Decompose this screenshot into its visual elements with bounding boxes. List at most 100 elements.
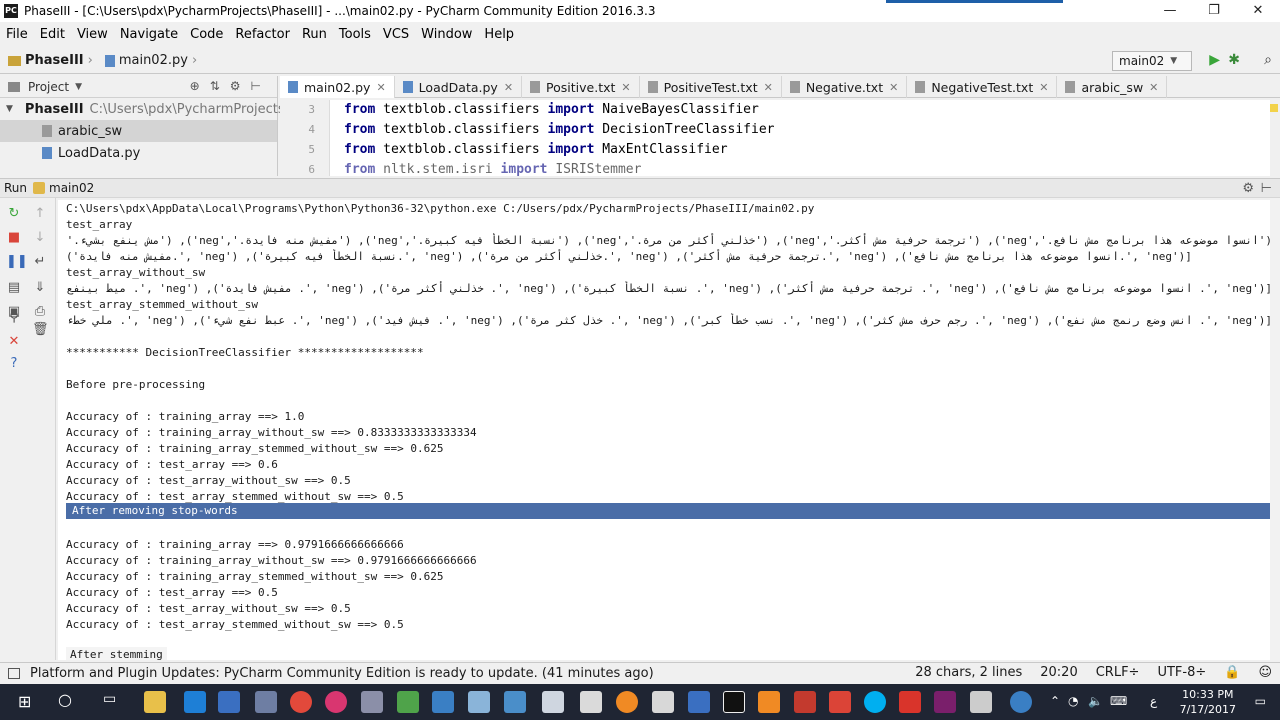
caret-position[interactable]: 20:20 — [1040, 665, 1077, 680]
status-message[interactable]: Platform and Plugin Updates: PyCharm Com… — [30, 666, 654, 681]
menu-window[interactable]: Window — [421, 27, 472, 42]
app-icon[interactable] — [794, 691, 816, 713]
close-button[interactable]: ✕ — [1236, 0, 1280, 22]
code-area[interactable]: from textblob.classifiers import NaiveBa… — [344, 100, 774, 176]
close-icon[interactable]: ✕ — [6, 334, 22, 350]
warning-marker[interactable] — [1270, 104, 1278, 112]
scroll-to-end-icon[interactable]: ⇓ — [32, 280, 48, 296]
run-config-select[interactable]: main02 ▼ — [1112, 51, 1192, 71]
search-icon[interactable]: ○ — [58, 690, 72, 709]
app-icon[interactable] — [542, 691, 564, 713]
app-icon[interactable] — [361, 691, 383, 713]
scroll-down-icon[interactable]: ↓ — [32, 230, 48, 246]
menu-view[interactable]: View — [77, 27, 108, 42]
hide-panel-icon[interactable]: ⊢ — [1261, 181, 1272, 196]
code-editor[interactable]: 3 4 5 6 from textblob.classifiers import… — [280, 100, 1278, 176]
file-encoding[interactable]: UTF-8÷ — [1157, 665, 1206, 680]
run-button[interactable]: ▶ — [1209, 52, 1220, 68]
tab-arabic-sw[interactable]: arabic_sw ✕ — [1057, 76, 1168, 98]
menu-file[interactable]: File — [6, 27, 28, 42]
pin-icon[interactable]: ⚲ — [6, 310, 22, 326]
tree-item[interactable]: LoadData.py — [0, 142, 277, 164]
taskbar-clock[interactable]: 10:33 PM 7/17/2017 — [1180, 687, 1236, 717]
code-line[interactable]: from textblob.classifiers import MaxEntC… — [344, 140, 774, 160]
close-icon[interactable]: ✕ — [504, 81, 513, 94]
menu-navigate[interactable]: Navigate — [120, 27, 178, 42]
lock-icon[interactable]: 🔒 — [1224, 665, 1240, 680]
windows-start-icon[interactable]: ⊞ — [18, 692, 31, 711]
trash-icon[interactable]: 🗑 — [32, 322, 49, 338]
project-pane-tools[interactable]: ⊕⇅⚙⊢ — [190, 79, 271, 93]
app-icon[interactable] — [899, 691, 921, 713]
inspector-icon[interactable]: ☺ — [1258, 665, 1272, 680]
app-icon[interactable] — [970, 691, 992, 713]
store-icon[interactable] — [218, 691, 240, 713]
pycharm-taskbar-icon[interactable] — [723, 691, 745, 713]
menu-tools[interactable]: Tools — [339, 27, 371, 42]
tab-negativetest[interactable]: NegativeTest.txt ✕ — [907, 76, 1058, 98]
help-icon[interactable]: ? — [6, 356, 22, 372]
close-icon[interactable]: ✕ — [376, 81, 385, 94]
code-line[interactable]: from textblob.classifiers import Decisio… — [344, 120, 774, 140]
tab-negative[interactable]: Negative.txt ✕ — [782, 76, 908, 98]
rerun-icon[interactable]: ↻ — [6, 206, 22, 222]
app-icon[interactable] — [432, 691, 454, 713]
tree-root[interactable]: ▼ PhaseIII C:\Users\pdx\PycharmProjects\… — [0, 98, 297, 120]
selected-console-line[interactable]: After removing stop-words — [66, 503, 1280, 519]
breadcrumb-file[interactable]: main02.py — [119, 53, 188, 68]
edge-icon[interactable] — [184, 691, 206, 713]
task-view-icon[interactable]: ▭ — [103, 691, 116, 707]
search-icon[interactable]: ⌕ — [1264, 52, 1272, 68]
code-line[interactable]: from textblob.classifiers import NaiveBa… — [344, 100, 774, 120]
close-icon[interactable]: ✕ — [621, 81, 630, 94]
app-icon[interactable] — [652, 691, 674, 713]
network-icon[interactable]: ◔ — [1068, 694, 1078, 708]
menu-run[interactable]: Run — [302, 27, 327, 42]
line-separator[interactable]: CRLF÷ — [1096, 665, 1140, 680]
scroll-up-icon[interactable]: ↑ — [32, 206, 48, 222]
language-indicator[interactable]: ع — [1150, 694, 1157, 708]
vlc-icon[interactable] — [758, 691, 780, 713]
dump-threads-icon[interactable]: ▤ — [6, 280, 22, 296]
code-line[interactable]: from nltk.stem.isri import ISRIStemmer — [344, 160, 774, 176]
menu-refactor[interactable]: Refactor — [235, 27, 290, 42]
app-icon[interactable] — [934, 691, 956, 713]
close-icon[interactable]: ✕ — [1149, 81, 1158, 94]
console-output[interactable]: C:\Users\pdx\AppData\Local\Programs\Pyth… — [58, 200, 1280, 660]
menu-code[interactable]: Code — [190, 27, 223, 42]
help-icon[interactable] — [1010, 691, 1032, 713]
pause-icon[interactable]: ❚❚ — [6, 254, 28, 270]
breadcrumb-project[interactable]: PhaseIII — [25, 53, 84, 68]
close-icon[interactable]: ✕ — [1039, 81, 1048, 94]
file-explorer-icon[interactable] — [144, 691, 166, 713]
volume-icon[interactable]: 🔈 — [1088, 694, 1103, 708]
app-icon[interactable] — [397, 691, 419, 713]
skype-icon[interactable] — [864, 691, 886, 713]
chrome-icon[interactable] — [290, 691, 312, 713]
app-icon[interactable] — [688, 691, 710, 713]
console-scrollbar[interactable] — [1270, 198, 1280, 660]
soft-wrap-icon[interactable]: ↵ — [32, 254, 48, 270]
notifications-icon[interactable]: ▭ — [1255, 694, 1266, 708]
print-icon[interactable]: ⎙ — [32, 304, 48, 320]
keyboard-icon[interactable]: ⌨ — [1110, 694, 1127, 708]
tray-chevron-icon[interactable]: ⌃ — [1050, 694, 1060, 708]
menu-vcs[interactable]: VCS — [383, 27, 409, 42]
tab-loaddata[interactable]: LoadData.py ✕ — [395, 76, 523, 98]
close-icon[interactable]: ✕ — [889, 81, 898, 94]
app-icon[interactable] — [325, 691, 347, 713]
tab-positive[interactable]: Positive.txt ✕ — [522, 76, 640, 98]
app-icon[interactable] — [616, 691, 638, 713]
tab-positivetest[interactable]: PositiveTest.txt ✕ — [640, 76, 782, 98]
app-icon[interactable] — [580, 691, 602, 713]
app-icon[interactable] — [468, 691, 490, 713]
menu-edit[interactable]: Edit — [40, 27, 65, 42]
google-icon[interactable] — [829, 691, 851, 713]
app-icon[interactable] — [255, 691, 277, 713]
project-pane-header[interactable]: Project ▼ ⊕⇅⚙⊢ — [0, 76, 277, 98]
debug-button[interactable]: ✱ — [1228, 52, 1240, 68]
tree-item[interactable]: arabic_sw — [0, 120, 277, 142]
gear-icon[interactable]: ⚙ — [1242, 181, 1254, 196]
tab-main02[interactable]: main02.py ✕ — [280, 76, 395, 98]
minimize-button[interactable]: — — [1148, 0, 1192, 22]
